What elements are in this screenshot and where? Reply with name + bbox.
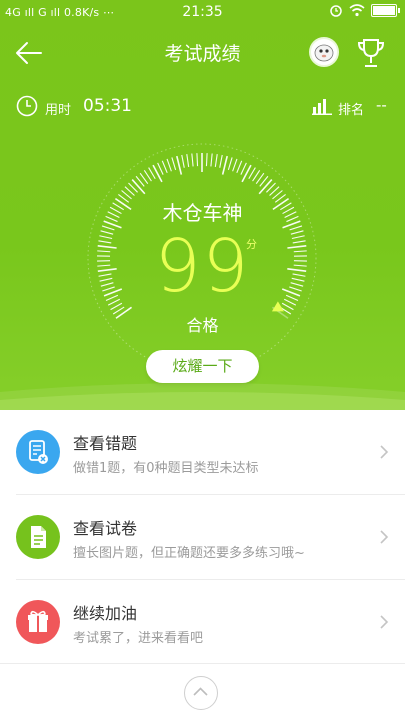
- face-icon: [314, 44, 334, 62]
- chevron-right-icon: [380, 615, 389, 629]
- battery-icon: [371, 3, 400, 17]
- divider: [0, 663, 405, 664]
- rank-value: --: [376, 96, 387, 114]
- item-subtitle: 做错1题，有0种题目类型未达标: [73, 461, 259, 476]
- document-icon: [16, 515, 60, 559]
- grade-label: 合格: [186, 316, 219, 335]
- user-avatar[interactable]: [309, 37, 339, 67]
- chevron-right-icon: [380, 445, 389, 459]
- wrong-questions-icon: [16, 430, 60, 474]
- view-paper-item[interactable]: 查看试卷 擅长图片题，但正确题还要多多练习哦~: [16, 495, 405, 580]
- chevron-up-icon: [193, 687, 208, 696]
- score-value: 99: [154, 224, 251, 308]
- action-list: 查看错题 做错1题，有0种题目类型未达标 查看试卷 擅长图片题，但正确题还要多多…: [0, 410, 405, 664]
- chevron-right-icon: [380, 530, 389, 544]
- nav-bar: 考试成绩: [0, 26, 405, 78]
- back-arrow-icon[interactable]: [14, 40, 44, 66]
- item-title: 继续加油: [73, 604, 138, 623]
- view-wrong-questions-item[interactable]: 查看错题 做错1题，有0种题目类型未达标: [16, 410, 405, 495]
- rank-bar-chart-icon: [312, 99, 332, 115]
- item-subtitle: 擅长图片题，但正确题还要多多练习哦~: [73, 546, 305, 561]
- item-subtitle: 考试累了，进来看看吧: [73, 631, 204, 646]
- share-button[interactable]: 炫耀一下: [146, 350, 259, 383]
- duration-label: 用时: [45, 103, 72, 118]
- duration-value: 05:31: [83, 96, 132, 116]
- result-header: 4G ıll G ıll 0.8K/s ⋯ 21:35 考试成绩 用时 05:3…: [0, 0, 405, 410]
- score-unit: 分: [246, 238, 257, 251]
- scroll-up-button[interactable]: [184, 676, 218, 710]
- item-title: 查看试卷: [73, 519, 138, 538]
- clock-icon: [16, 95, 38, 117]
- item-title: 查看错题: [73, 434, 138, 453]
- rank-title: 木仓车神: [162, 201, 243, 225]
- gift-icon: [16, 600, 60, 644]
- keep-going-item[interactable]: 继续加油 考试累了，进来看看吧: [16, 580, 405, 664]
- trophy-icon[interactable]: [355, 36, 387, 70]
- status-bar: 4G ıll G ıll 0.8K/s ⋯ 21:35: [0, 0, 405, 26]
- rank-label: 排名: [338, 103, 365, 118]
- wifi-icon: [349, 3, 365, 16]
- page-title: 考试成绩: [164, 43, 241, 65]
- stats-row: 用时 05:31 排名 --: [0, 94, 405, 120]
- alarm-icon: [330, 5, 342, 17]
